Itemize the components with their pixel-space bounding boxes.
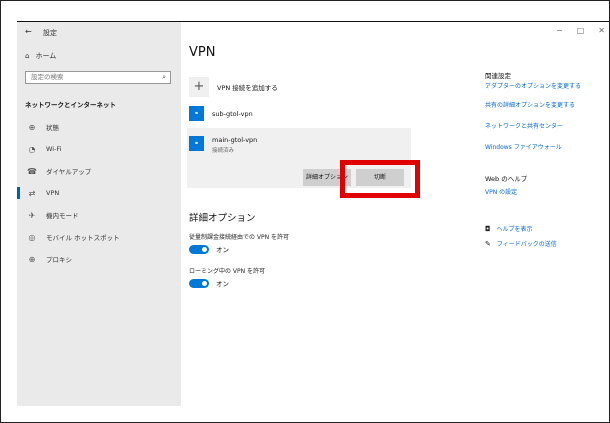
search-placeholder: 設定の検索 — [31, 73, 64, 81]
metered-toggle-row: オン — [189, 244, 229, 254]
feedback-link[interactable]: ✎ フィードバックの送信 — [485, 239, 557, 249]
vpn-connection-status: 接続済み — [212, 148, 235, 154]
toggle-state: オン — [216, 280, 229, 288]
help-icon: ◘ — [485, 224, 491, 233]
window-title: 設定 — [43, 29, 57, 37]
sidebar-item-dialup[interactable]: ☎ ダイヤルアップ — [17, 160, 181, 182]
globe-icon: ⊕ — [28, 254, 36, 264]
minimize-icon[interactable]: − — [556, 26, 563, 35]
home-link[interactable]: ⌂ ホーム — [25, 51, 56, 61]
hotspot-icon: ◎ — [28, 232, 36, 242]
globe-status-icon: ⊕ — [28, 122, 36, 132]
toggle-state: オン — [216, 246, 229, 254]
search-icon: ⌕ — [162, 73, 166, 81]
sidebar-item-vpn[interactable]: ⇄ VPN — [17, 182, 181, 204]
help-link[interactable]: ◘ ヘルプを表示 — [485, 224, 533, 234]
wifi-icon: ◔ — [28, 144, 36, 154]
sidebar-item-status[interactable]: ⊕ 状態 — [17, 116, 181, 138]
sidebar-item-hotspot[interactable]: ◎ モバイル ホットスポット — [17, 226, 181, 248]
vpn-connection-name: main-gtol-vpn — [212, 136, 258, 144]
metered-toggle[interactable] — [189, 244, 209, 254]
main-content: − □ ✕ VPN + VPN 接続を追加する ⚭ sub-gtol-vpn ⚭… — [181, 22, 609, 406]
advanced-options-heading: 詳細オプション — [189, 213, 256, 224]
window-controls: − □ ✕ — [556, 26, 605, 35]
help-label: ヘルプを表示 — [496, 226, 533, 233]
option-label: ローミング中の VPN を許可 — [189, 268, 266, 275]
related-link[interactable]: ネットワークと共有センター — [485, 121, 563, 130]
related-link[interactable]: 共有の詳細オプションを変更する — [485, 100, 575, 109]
back-arrow-icon[interactable]: ← — [25, 27, 32, 36]
feedback-icon: ✎ — [485, 239, 491, 248]
sidebar-item-label: ダイヤルアップ — [46, 168, 92, 176]
add-vpn-button[interactable]: + VPN 接続を追加する — [189, 77, 278, 97]
related-link[interactable]: アダプターのオプションを変更する — [485, 81, 581, 90]
plus-icon: + — [189, 77, 209, 97]
vpn-connection-name: sub-gtol-vpn — [212, 109, 253, 118]
roaming-toggle-row: オン — [189, 278, 229, 288]
screenshot-frame: ← 設定 ⌂ ホーム 設定の検索 ⌕ ネットワークとインターネット ⊕ 状態 ◔ W… — [0, 0, 610, 423]
sidebar-item-label: 状態 — [46, 124, 59, 132]
roaming-toggle[interactable] — [189, 278, 209, 288]
web-help-heading: Web のヘルプ — [485, 175, 528, 183]
vpn-connection-icon: ⚭ — [189, 136, 204, 151]
disconnect-button[interactable]: 切断 — [356, 169, 404, 186]
section-title: ネットワークとインターネット — [25, 101, 116, 109]
web-help-link[interactable]: VPN の設定 — [485, 187, 517, 196]
dialup-icon: ☎ — [27, 166, 37, 176]
close-icon[interactable]: ✕ — [598, 26, 605, 35]
page-title: VPN — [189, 45, 216, 60]
sidebar-item-label: プロキシ — [46, 256, 72, 264]
settings-window: ← 設定 ⌂ ホーム 設定の検索 ⌕ ネットワークとインターネット ⊕ 状態 ◔ W… — [17, 21, 609, 406]
airplane-icon: ✈ — [28, 210, 36, 220]
sidebar-item-label: Wi-Fi — [46, 145, 62, 153]
related-link[interactable]: Windows ファイアウォール — [485, 142, 562, 151]
vpn-connection-item[interactable]: ⚭ sub-gtol-vpn — [189, 106, 253, 121]
sidebar-item-proxy[interactable]: ⊕ プロキシ — [17, 248, 181, 270]
sidebar-item-label: 機内モード — [46, 212, 79, 220]
sidebar-item-label: VPN — [46, 189, 60, 197]
advanced-options-button[interactable]: 詳細オプション — [303, 169, 351, 186]
sidebar-item-wifi[interactable]: ◔ Wi-Fi — [17, 138, 181, 160]
feedback-label: フィードバックの送信 — [496, 241, 557, 248]
vpn-connection-icon: ⚭ — [189, 106, 204, 121]
home-label: ホーム — [35, 52, 57, 60]
search-input[interactable]: 設定の検索 ⌕ — [25, 71, 171, 84]
option-label: 従量制課金接続経由での VPN を許可 — [189, 234, 290, 241]
sidebar: ← 設定 ⌂ ホーム 設定の検索 ⌕ ネットワークとインターネット ⊕ 状態 ◔ W… — [17, 22, 181, 406]
sidebar-item-label: モバイル ホットスポット — [46, 234, 120, 242]
related-heading: 関連設定 — [485, 72, 511, 80]
sidebar-nav: ⊕ 状態 ◔ Wi-Fi ☎ ダイヤルアップ ⇄ VPN ✈ 機内モード ◎ モバイル ホッ… — [17, 116, 181, 270]
vpn-icon: ⇄ — [28, 188, 36, 198]
maximize-icon[interactable]: □ — [577, 26, 585, 35]
add-vpn-label: VPN 接続を追加する — [217, 84, 278, 92]
home-icon: ⌂ — [25, 52, 30, 60]
sidebar-item-airplane[interactable]: ✈ 機内モード — [17, 204, 181, 226]
title-bar: ← 設定 — [17, 22, 181, 42]
